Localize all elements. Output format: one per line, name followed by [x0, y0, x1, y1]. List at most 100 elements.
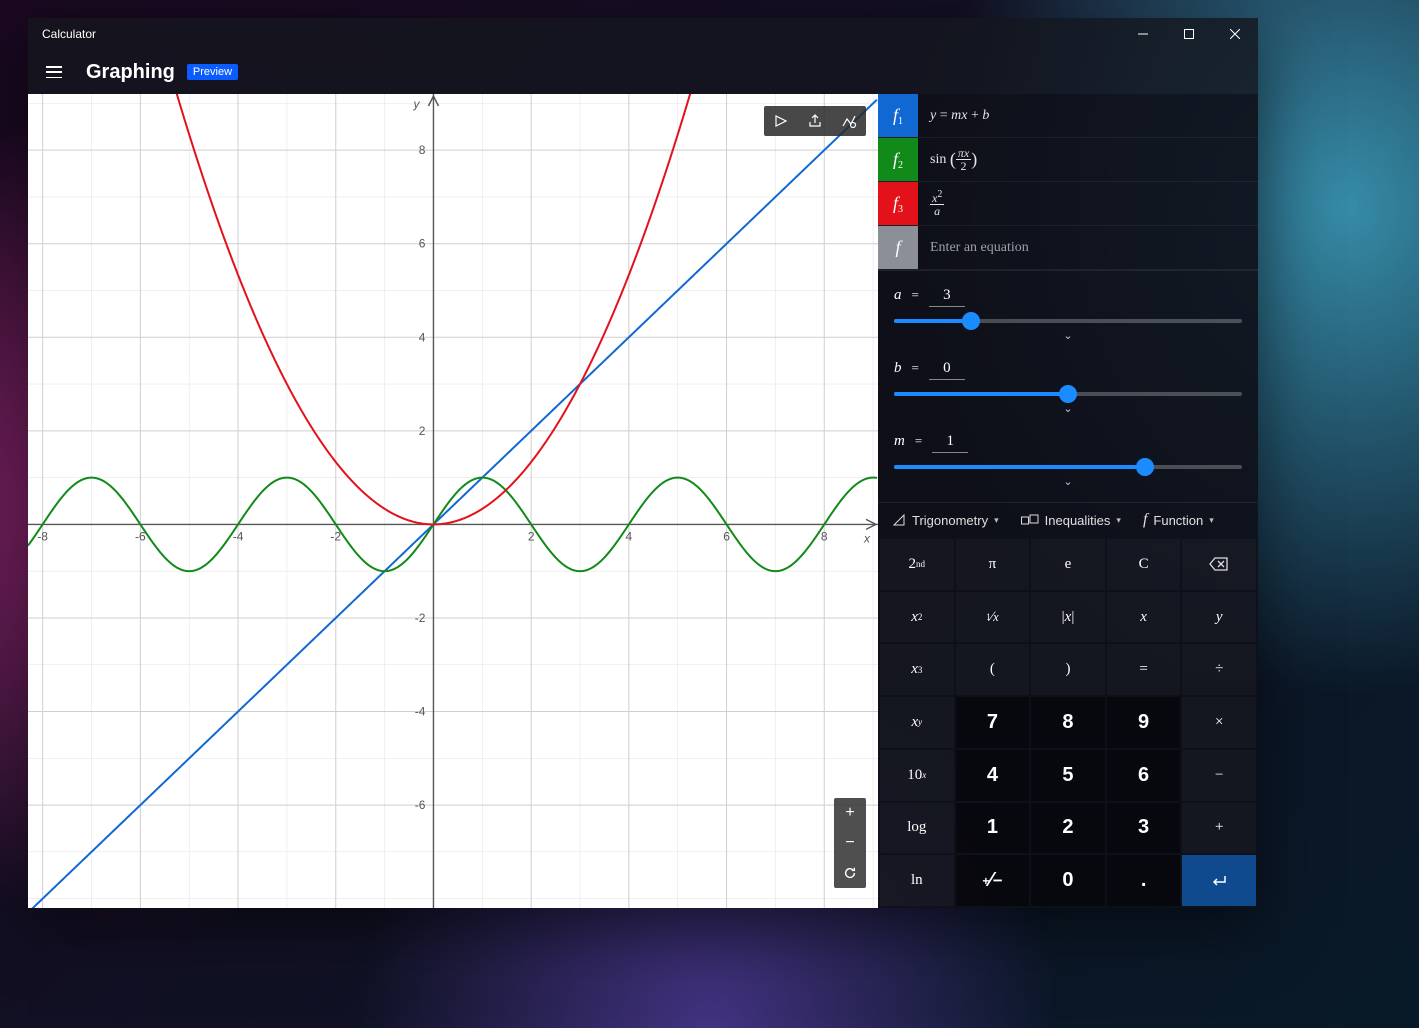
maximize-button[interactable] [1166, 18, 1212, 50]
equation-placeholder[interactable]: Enter an equation [918, 226, 1258, 269]
equation-color-1[interactable]: f1 [878, 94, 918, 137]
key-=[interactable]: = [1107, 644, 1181, 695]
equation-body-3[interactable]: x2a [918, 182, 1258, 225]
equation-row-1[interactable]: f1 y = mx + b [878, 94, 1258, 138]
variable-a: a = 3 ⌄ [894, 279, 1242, 352]
zoom-out-button[interactable]: − [834, 828, 866, 858]
var-name: b [894, 360, 902, 377]
close-button[interactable] [1212, 18, 1258, 50]
window-title: Calculator [42, 27, 96, 41]
key-π[interactable]: π [956, 539, 1030, 590]
key-↵[interactable] [1182, 855, 1256, 906]
key-6[interactable]: 6 [1107, 750, 1181, 801]
key-0[interactable]: 0 [1031, 855, 1105, 906]
equation-body-2[interactable]: sin (πx2) [918, 138, 1258, 181]
svg-text:4: 4 [626, 529, 633, 543]
var-name: m [894, 433, 905, 450]
equation-color-2[interactable]: f2 [878, 138, 918, 181]
svg-text:-2: -2 [415, 611, 426, 625]
var-b-expand[interactable]: ⌄ [894, 400, 1242, 421]
mode-title: Graphing [86, 61, 175, 84]
var-a-value[interactable]: 3 [929, 287, 965, 307]
key-1[interactable]: 1 [956, 803, 1030, 854]
var-a-slider[interactable] [894, 319, 1242, 323]
key-x[interactable]: x [1107, 592, 1181, 643]
var-m-slider[interactable] [894, 465, 1242, 469]
nav-menu-button[interactable] [34, 52, 74, 92]
key-C[interactable]: C [1107, 539, 1181, 590]
minimize-button[interactable] [1120, 18, 1166, 50]
calculator-window: Calculator Graphing Preview -8-6-4-22468 [28, 18, 1258, 908]
preview-badge: Preview [187, 64, 238, 80]
key-8[interactable]: 8 [1031, 697, 1105, 748]
key-|x|[interactable]: |x| [1031, 592, 1105, 643]
key-⁺⁄₋[interactable]: +⁄− [956, 855, 1030, 906]
svg-text:8: 8 [821, 529, 828, 543]
graph-toolbar [764, 106, 866, 136]
svg-text:2: 2 [419, 424, 426, 438]
svg-text:2: 2 [528, 529, 535, 543]
equations-list: f1 y = mx + b f2 sin (πx2) f3 x2a [878, 94, 1258, 270]
header: Graphing Preview [28, 50, 1258, 94]
key-e[interactable]: e [1031, 539, 1105, 590]
var-name: a [894, 287, 902, 304]
share-button[interactable] [798, 106, 832, 136]
key-x³[interactable]: x3 [880, 644, 954, 695]
category-inequalities[interactable]: Inequalities▾ [1021, 511, 1121, 529]
equation-body-1[interactable]: y = mx + b [918, 94, 1258, 137]
key-3[interactable]: 3 [1107, 803, 1181, 854]
svg-text:x: x [863, 531, 871, 545]
svg-text:-6: -6 [415, 798, 426, 812]
var-m-expand[interactable]: ⌄ [894, 473, 1242, 494]
key-+[interactable]: + [1182, 803, 1256, 854]
equation-row-2[interactable]: f2 sin (πx2) [878, 138, 1258, 182]
zoom-reset-button[interactable] [834, 858, 866, 888]
equation-row-new[interactable]: f Enter an equation [878, 226, 1258, 270]
key-⌫[interactable] [1182, 539, 1256, 590]
key-5[interactable]: 5 [1031, 750, 1105, 801]
variable-m: m = 1 ⌄ [894, 425, 1242, 498]
key-.[interactable]: . [1107, 855, 1181, 906]
graph-canvas[interactable]: -8-6-4-22468-6-4-22468xy [28, 94, 878, 908]
side-panel: f1 y = mx + b f2 sin (πx2) f3 x2a [878, 94, 1258, 908]
equation-row-3[interactable]: f3 x2a [878, 182, 1258, 226]
key-ln[interactable]: ln [880, 855, 954, 906]
graph-settings-button[interactable] [832, 106, 866, 136]
svg-text:4: 4 [419, 330, 426, 344]
var-a-expand[interactable]: ⌄ [894, 327, 1242, 348]
key-y[interactable]: y [1182, 592, 1256, 643]
key-2ⁿᵈ[interactable]: 2nd [880, 539, 954, 590]
keypad: 2ndπeCx21⁄x|x|xyx3()=÷xy789×10x456−log12… [878, 537, 1258, 908]
var-b-value[interactable]: 0 [929, 360, 965, 380]
key-¹⁄ₓ[interactable]: 1⁄x [956, 592, 1030, 643]
key-x²[interactable]: x2 [880, 592, 954, 643]
key-10ˣ[interactable]: 10x [880, 750, 954, 801]
var-m-value[interactable]: 1 [932, 433, 968, 453]
graph-panel[interactable]: -8-6-4-22468-6-4-22468xy [28, 94, 878, 908]
svg-text:8: 8 [419, 143, 426, 157]
trace-button[interactable] [764, 106, 798, 136]
var-b-slider[interactable] [894, 392, 1242, 396]
key-÷[interactable]: ÷ [1182, 644, 1256, 695]
svg-text:-4: -4 [415, 705, 426, 719]
key-2[interactable]: 2 [1031, 803, 1105, 854]
category-function[interactable]: f Function▾ [1143, 511, 1214, 529]
equation-color-3[interactable]: f3 [878, 182, 918, 225]
svg-text:y: y [412, 97, 420, 111]
keypad-categories: Trigonometry▾ Inequalities▾ f Function▾ [878, 502, 1258, 537]
key-7[interactable]: 7 [956, 697, 1030, 748]
equation-color-new[interactable]: f [878, 226, 918, 269]
key-−[interactable]: − [1182, 750, 1256, 801]
svg-text:6: 6 [419, 237, 426, 251]
key-)[interactable]: ) [1031, 644, 1105, 695]
zoom-in-button[interactable]: + [834, 798, 866, 828]
key-9[interactable]: 9 [1107, 697, 1181, 748]
category-trigonometry[interactable]: Trigonometry▾ [892, 511, 999, 529]
key-4[interactable]: 4 [956, 750, 1030, 801]
key-log[interactable]: log [880, 803, 954, 854]
key-([interactable]: ( [956, 644, 1030, 695]
key-xʸ[interactable]: xy [880, 697, 954, 748]
key-×[interactable]: × [1182, 697, 1256, 748]
titlebar: Calculator [28, 18, 1258, 50]
zoom-controls: + − [834, 798, 866, 888]
